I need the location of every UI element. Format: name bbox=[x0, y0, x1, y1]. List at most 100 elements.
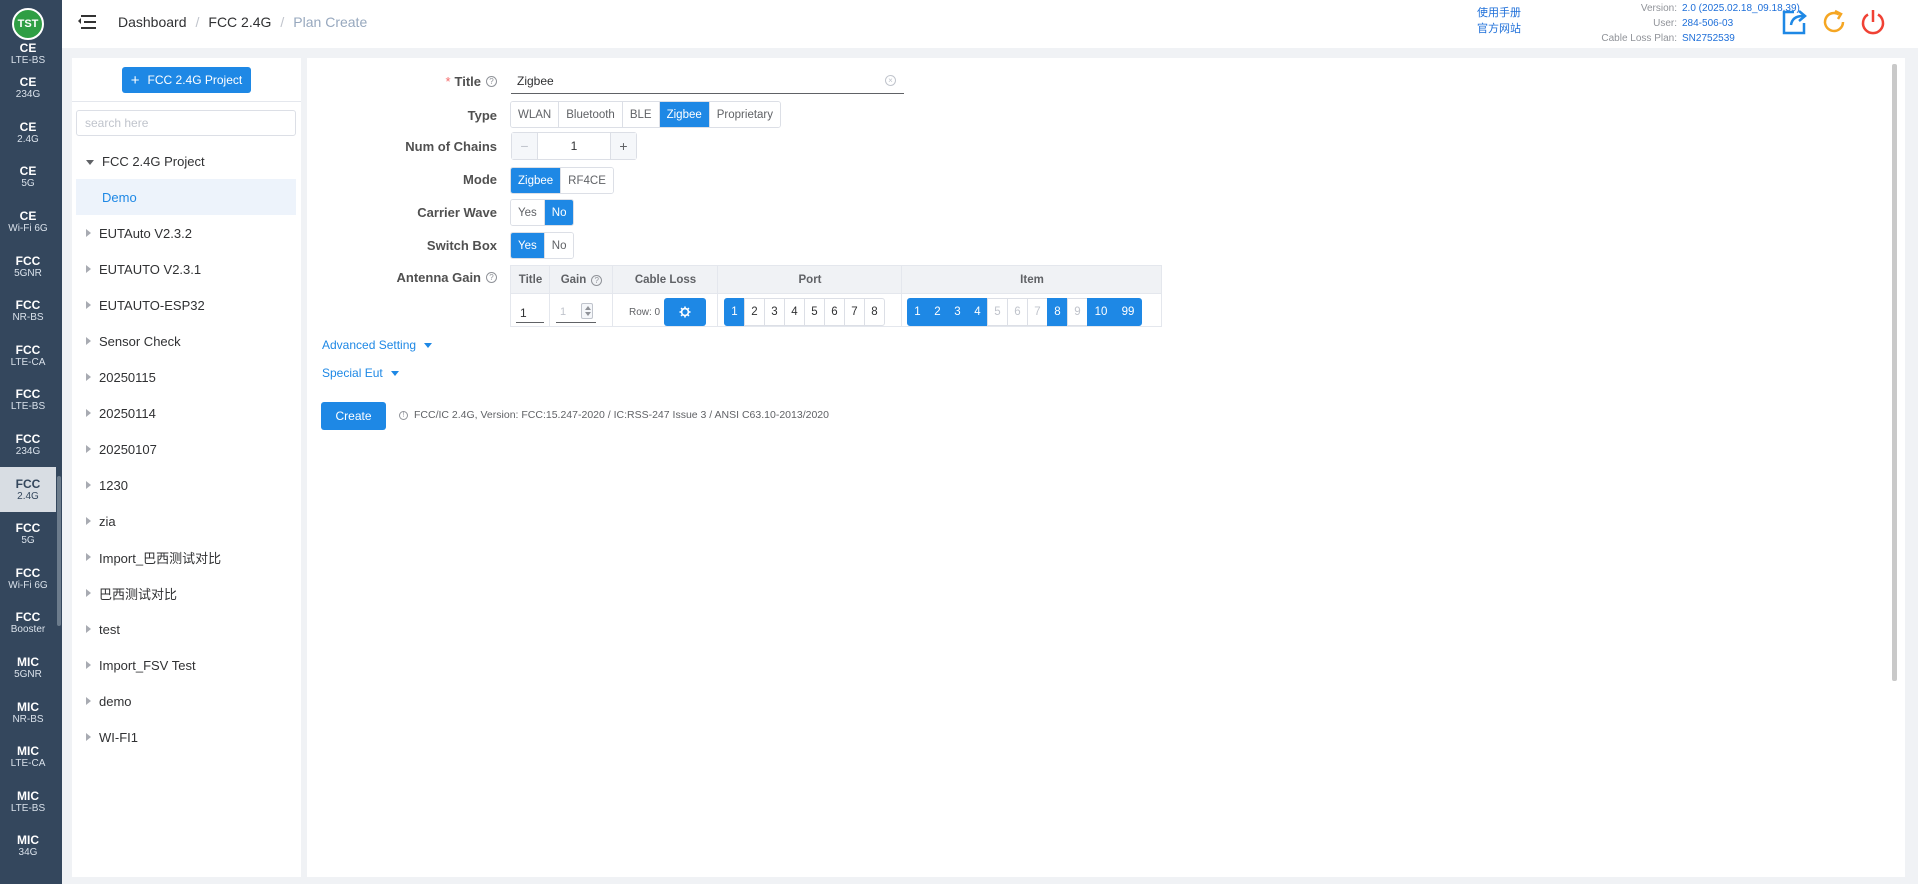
mode-option-zigbee[interactable]: Zigbee bbox=[511, 168, 562, 193]
tree-project-item[interactable]: EUTAuto V2.3.2 bbox=[76, 215, 296, 251]
carrier-option-yes[interactable]: Yes bbox=[511, 200, 545, 225]
clear-icon[interactable]: × bbox=[885, 75, 896, 86]
nav-item-fcc-wi-fi-6g[interactable]: FCC Wi-Fi 6G bbox=[0, 557, 56, 602]
caret-right-icon[interactable] bbox=[86, 265, 91, 273]
user-manual-link[interactable]: 使用手册 bbox=[1477, 5, 1521, 21]
nav-item-fcc-lte-bs[interactable]: FCC LTE-BS bbox=[0, 378, 56, 423]
tree-project-item[interactable]: WI-FI1 bbox=[76, 719, 296, 755]
item-chip-9[interactable]: 9 bbox=[1067, 298, 1088, 326]
switch-option-yes[interactable]: Yes bbox=[511, 233, 545, 258]
tree-project-item[interactable]: 1230 bbox=[76, 467, 296, 503]
item-chip-2[interactable]: 2 bbox=[927, 298, 948, 326]
port-chip-4[interactable]: 4 bbox=[784, 298, 805, 326]
increment-button[interactable]: + bbox=[610, 133, 636, 159]
tree-project-item[interactable]: 20250114 bbox=[76, 395, 296, 431]
carrier-option-no[interactable]: No bbox=[544, 200, 574, 225]
type-option-proprietary[interactable]: Proprietary bbox=[709, 102, 781, 127]
tree-project-item[interactable]: 20250107 bbox=[76, 431, 296, 467]
export-icon[interactable] bbox=[1779, 7, 1809, 37]
caret-right-icon[interactable] bbox=[86, 661, 91, 669]
caret-right-icon[interactable] bbox=[86, 589, 91, 597]
caret-right-icon[interactable] bbox=[86, 229, 91, 237]
port-chip-1[interactable]: 1 bbox=[724, 298, 745, 326]
type-option-ble[interactable]: BLE bbox=[622, 102, 660, 127]
switch-option-no[interactable]: No bbox=[544, 233, 574, 258]
item-chip-5[interactable]: 5 bbox=[987, 298, 1008, 326]
tree-project-item[interactable]: Import_巴西测试对比 bbox=[76, 539, 296, 575]
tree-project-item[interactable]: EUTAUTO V2.3.1 bbox=[76, 251, 296, 287]
caret-right-icon[interactable] bbox=[86, 337, 91, 345]
tree-project-item[interactable]: Import_FSV Test bbox=[76, 647, 296, 683]
item-chip-6[interactable]: 6 bbox=[1007, 298, 1028, 326]
type-option-zigbee[interactable]: Zigbee bbox=[659, 102, 710, 127]
tree-project-item[interactable]: test bbox=[76, 611, 296, 647]
spinner-icon[interactable] bbox=[581, 303, 593, 319]
main-scrollbar[interactable] bbox=[1892, 64, 1897, 681]
cable-loss-settings-button[interactable] bbox=[664, 298, 706, 326]
port-chip-8[interactable]: 8 bbox=[864, 298, 885, 326]
item-chip-99[interactable]: 99 bbox=[1114, 298, 1142, 326]
title-input[interactable]: Zigbee × bbox=[511, 68, 904, 94]
tree-project-item[interactable]: demo bbox=[76, 683, 296, 719]
caret-right-icon[interactable] bbox=[86, 373, 91, 381]
caret-right-icon[interactable] bbox=[86, 553, 91, 561]
special-eut-toggle[interactable]: Special Eut bbox=[322, 366, 399, 380]
caret-right-icon[interactable] bbox=[86, 697, 91, 705]
mode-option-rf4ce[interactable]: RF4CE bbox=[561, 168, 613, 193]
num-chains-value[interactable]: 1 bbox=[538, 133, 610, 159]
advanced-setting-toggle[interactable]: Advanced Setting bbox=[322, 338, 433, 352]
item-chip-1[interactable]: 1 bbox=[907, 298, 928, 326]
nav-item-fcc-lte-ca[interactable]: FCC LTE-CA bbox=[0, 334, 56, 379]
decrement-button[interactable]: − bbox=[512, 133, 538, 159]
breadcrumb-dashboard[interactable]: Dashboard bbox=[118, 14, 187, 30]
nav-item-ce-234g[interactable]: CE 234G bbox=[0, 66, 56, 111]
port-chip-7[interactable]: 7 bbox=[844, 298, 865, 326]
create-button[interactable]: Create bbox=[321, 402, 386, 430]
port-chip-3[interactable]: 3 bbox=[764, 298, 785, 326]
caret-right-icon[interactable] bbox=[86, 301, 91, 309]
tree-project-item[interactable]: 20250115 bbox=[76, 359, 296, 395]
nav-item-fcc-5gnr[interactable]: FCC 5GNR bbox=[0, 244, 56, 289]
item-chip-8[interactable]: 8 bbox=[1047, 298, 1068, 326]
nav-item-ce-2-4g[interactable]: CE 2.4G bbox=[0, 111, 56, 156]
caret-right-icon[interactable] bbox=[86, 409, 91, 417]
nav-item-fcc-nr-bs[interactable]: FCC NR-BS bbox=[0, 289, 56, 334]
nav-item-fcc-2-4g[interactable]: FCC 2.4G bbox=[0, 467, 56, 512]
antenna-gain-input[interactable]: 1 bbox=[556, 301, 596, 323]
item-chip-7[interactable]: 7 bbox=[1027, 298, 1048, 326]
refresh-icon[interactable] bbox=[1819, 7, 1849, 37]
item-chip-4[interactable]: 4 bbox=[967, 298, 988, 326]
add-project-button[interactable]: + FCC 2.4G Project bbox=[122, 67, 251, 93]
item-chip-10[interactable]: 10 bbox=[1087, 298, 1115, 326]
official-site-link[interactable]: 官方网站 bbox=[1477, 21, 1521, 37]
type-option-wlan[interactable]: WLAN bbox=[511, 102, 560, 127]
help-icon[interactable]: ? bbox=[486, 271, 497, 283]
nav-item-mic-34g[interactable]: MIC 34G bbox=[0, 824, 56, 869]
tree-project-item[interactable]: zia bbox=[76, 503, 296, 539]
nav-item-mic-5gnr[interactable]: MIC 5GNR bbox=[0, 646, 56, 691]
nav-scrollbar[interactable] bbox=[57, 476, 61, 626]
nav-item-ce-5g[interactable]: CE 5G bbox=[0, 155, 56, 200]
nav-item-mic-nr-bs[interactable]: MIC NR-BS bbox=[0, 690, 56, 735]
tree-project-item[interactable]: 巴西测试对比 bbox=[76, 575, 296, 611]
breadcrumb-fcc-24g[interactable]: FCC 2.4G bbox=[208, 14, 271, 30]
power-icon[interactable] bbox=[1858, 7, 1888, 37]
port-chip-6[interactable]: 6 bbox=[824, 298, 845, 326]
port-chip-5[interactable]: 5 bbox=[804, 298, 825, 326]
antenna-title-input[interactable]: 1 bbox=[516, 301, 544, 323]
tst-logo[interactable]: TST bbox=[12, 8, 44, 40]
nav-item-fcc-booster[interactable]: FCC Booster bbox=[0, 601, 56, 646]
tree-child-item[interactable]: Demo bbox=[76, 179, 296, 215]
caret-right-icon[interactable] bbox=[86, 481, 91, 489]
caret-right-icon[interactable] bbox=[86, 445, 91, 453]
nav-item-ce-wi-fi-6g[interactable]: CE Wi-Fi 6G bbox=[0, 200, 56, 245]
help-icon[interactable]: ? bbox=[486, 75, 497, 87]
caret-right-icon[interactable] bbox=[86, 625, 91, 633]
menu-toggle-icon[interactable] bbox=[78, 13, 96, 31]
nav-item-mic-lte-bs[interactable]: MIC LTE-BS bbox=[0, 780, 56, 825]
nav-item-mic-lte-ca[interactable]: MIC LTE-CA bbox=[0, 735, 56, 780]
help-icon[interactable]: ? bbox=[591, 274, 603, 286]
tree-project-item[interactable]: Sensor Check bbox=[76, 323, 296, 359]
caret-right-icon[interactable] bbox=[86, 733, 91, 741]
type-option-bluetooth[interactable]: Bluetooth bbox=[559, 102, 623, 127]
